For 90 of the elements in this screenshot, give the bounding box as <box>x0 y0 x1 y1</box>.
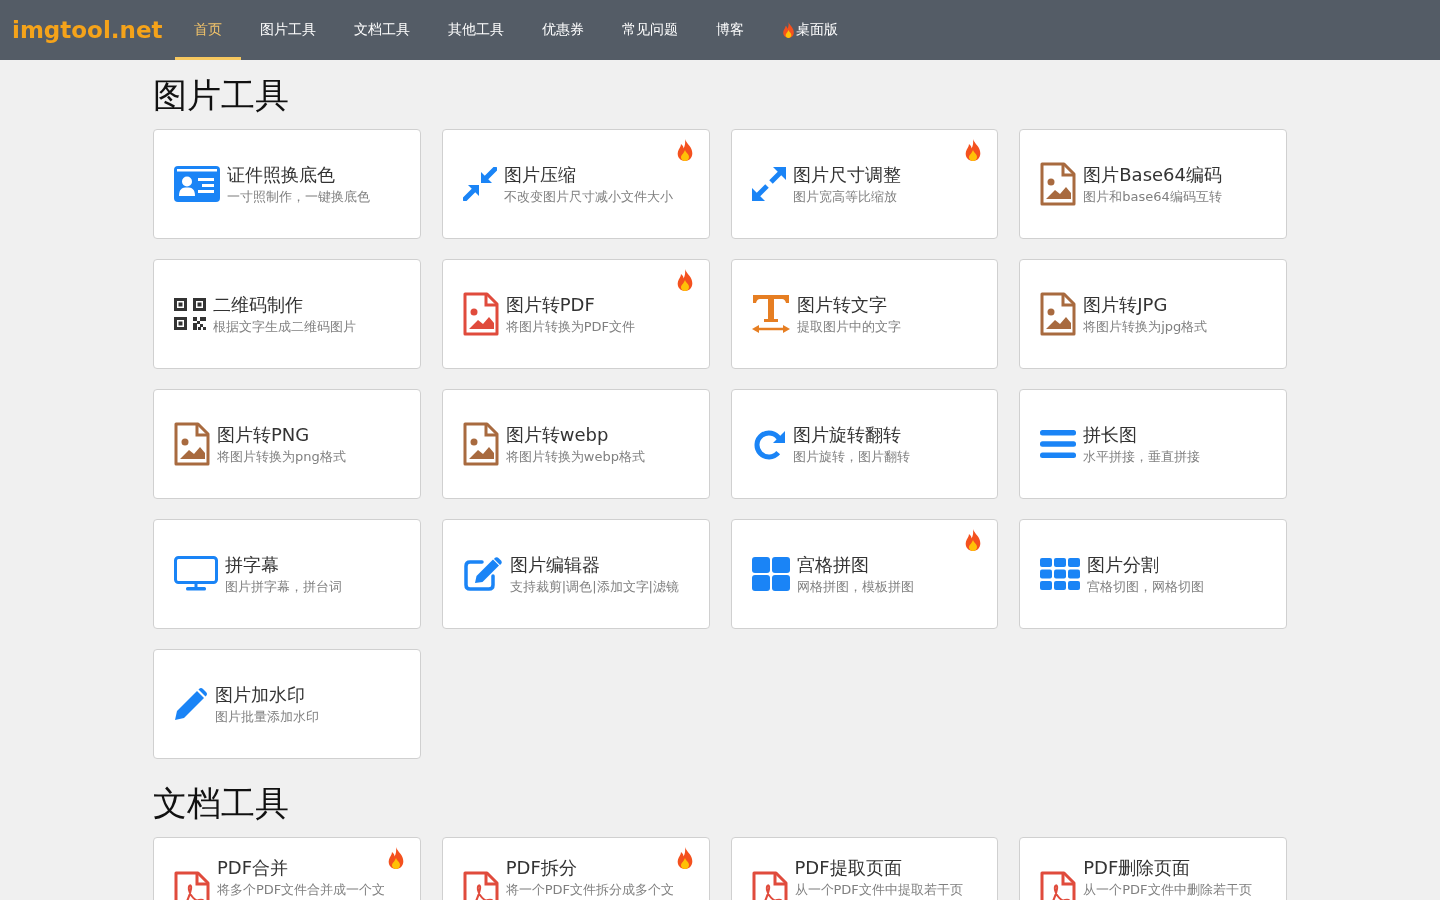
tool-card[interactable]: 二维码制作 根据文字生成二维码图片 <box>153 259 421 369</box>
tool-title: 图片转webp <box>505 423 609 446</box>
expand-arrows-icon <box>751 167 786 201</box>
section-heading: 文档工具 <box>153 783 289 823</box>
tool-description: 从一个PDF文件中删除若干页 <box>1083 881 1252 898</box>
tool-card[interactable]: 图片分割 宫格切图，网格切图 <box>1019 519 1287 629</box>
tool-card[interactable]: 证件照换底色 一寸照制作，一键换底色 <box>153 129 421 239</box>
nav-tab[interactable]: 首页 <box>174 0 241 60</box>
image-file-icon <box>1040 292 1077 336</box>
tool-title: 图片加水印 <box>215 683 305 706</box>
nav-tab[interactable]: 常见问题 <box>602 0 697 60</box>
rotate-icon <box>751 427 786 461</box>
qr-code-icon <box>174 298 206 330</box>
tool-card[interactable]: 图片编辑器 支持裁剪|调色|添加文字|滤镜 <box>441 519 710 629</box>
tool-card[interactable]: 图片加水印 图片批量添加水印 <box>153 649 421 759</box>
tool-card[interactable]: PDF拆分 将一个PDF文件拆分成多个文 <box>441 837 710 900</box>
grid-icon <box>751 557 790 591</box>
tool-title: PDF拆分 <box>505 857 577 879</box>
tool-card[interactable]: 图片转PNG 将图片转换为png格式 <box>153 389 421 499</box>
nav-tab[interactable]: 桌面版 <box>762 0 857 60</box>
id-card-icon <box>174 166 220 202</box>
tool-title: 图片压缩 <box>503 163 576 186</box>
tool-description: 将图片转换为jpg格式 <box>1083 317 1208 335</box>
tool-description: 一寸照制作，一键换底色 <box>227 187 370 205</box>
tool-title: PDF删除页面 <box>1083 857 1191 879</box>
bars-icon <box>1040 430 1077 458</box>
tool-description: 网格拼图，模板拼图 <box>796 577 914 595</box>
nav-tab[interactable]: 优惠券 <box>522 0 603 60</box>
tool-title: PDF提取页面 <box>794 857 902 879</box>
tool-description: 将图片转换为PDF文件 <box>505 317 636 335</box>
tool-description: 将图片转换为webp格式 <box>505 447 645 465</box>
tool-description: 宫格切图，网格切图 <box>1087 577 1205 595</box>
tool-card[interactable]: PDF提取页面 从一个PDF文件中提取若干页 <box>730 837 999 900</box>
edit-icon <box>462 557 503 591</box>
tool-title: PDF合并 <box>217 857 289 879</box>
image-file-icon <box>174 422 210 466</box>
tool-card[interactable]: 拼字幕 图片拼字幕，拼台词 <box>153 519 421 629</box>
tool-title: 二维码制作 <box>213 293 303 316</box>
tool-card[interactable]: 拼长图 水平拼接，垂直拼接 <box>1019 389 1287 499</box>
section-heading: 图片工具 <box>153 75 289 115</box>
nav-tab[interactable]: 其他工具 <box>428 0 523 60</box>
tool-card[interactable]: 图片旋转翻转 图片旋转，图片翻转 <box>730 389 999 499</box>
tool-card[interactable]: PDF删除页面 从一个PDF文件中删除若干页 <box>1019 837 1287 900</box>
tool-title: 图片转文字 <box>796 293 887 316</box>
tool-title: 证件照换底色 <box>227 163 335 186</box>
tool-description: 将图片转换为png格式 <box>217 447 346 465</box>
tool-card[interactable]: 图片转webp 将图片转换为webp格式 <box>441 389 710 499</box>
tool-card[interactable]: 图片压缩 不改变图片尺寸减小文件大小 <box>441 129 710 239</box>
tool-card[interactable]: 图片Base64编码 图片和base64编码互转 <box>1019 129 1287 239</box>
tool-description: 根据文字生成二维码图片 <box>213 317 356 335</box>
image-file-icon <box>1040 162 1077 206</box>
tool-description: 提取图片中的文字 <box>796 317 901 335</box>
tool-description: 将一个PDF文件拆分成多个文 <box>505 881 675 898</box>
tool-title: 图片尺寸调整 <box>792 163 901 186</box>
tool-description: 从一个PDF文件中提取若干页 <box>794 881 963 898</box>
tool-title: 图片旋转翻转 <box>792 423 901 446</box>
tool-card[interactable]: 图片转JPG 将图片转换为jpg格式 <box>1019 259 1287 369</box>
image-file-icon <box>462 292 499 336</box>
tool-title: 拼长图 <box>1083 423 1138 446</box>
tool-description: 水平拼接，垂直拼接 <box>1083 447 1201 465</box>
tool-title: 拼字幕 <box>225 553 279 576</box>
tool-card[interactable]: 宫格拼图 网格拼图，模板拼图 <box>730 519 999 629</box>
tool-description: 图片批量添加水印 <box>215 707 319 725</box>
text-width-icon <box>751 294 790 334</box>
tool-title: 图片转PNG <box>217 423 310 446</box>
tool-description: 图片宽高等比缩放 <box>792 187 897 205</box>
tool-title: 图片分割 <box>1087 553 1160 576</box>
pencil-icon <box>174 687 208 721</box>
tool-description: 不改变图片尺寸减小文件大小 <box>503 187 673 205</box>
compress-arrows-icon <box>462 167 497 201</box>
tool-description: 图片拼字幕，拼台词 <box>225 577 342 595</box>
tool-description: 支持裁剪|调色|添加文字|滤镜 <box>509 577 679 595</box>
tool-title: 图片转PDF <box>505 293 595 316</box>
tool-title: 图片编辑器 <box>509 553 600 576</box>
tool-title: 图片Base64编码 <box>1083 163 1222 186</box>
image-file-icon <box>462 422 499 466</box>
tool-title: 宫格拼图 <box>796 553 869 576</box>
nav-tab[interactable]: 文档工具 <box>334 0 429 60</box>
monitor-icon <box>174 556 218 592</box>
tool-card[interactable]: PDF合并 将多个PDF文件合并成一个文 <box>153 837 421 900</box>
tool-card[interactable]: 图片尺寸调整 图片宽高等比缩放 <box>730 129 999 239</box>
tool-description: 图片旋转，图片翻转 <box>792 447 910 465</box>
nav-tab[interactable]: 图片工具 <box>240 0 335 60</box>
tool-card[interactable]: 图片转PDF 将图片转换为PDF文件 <box>441 259 710 369</box>
nav-tab[interactable]: 博客 <box>696 0 763 60</box>
tool-card[interactable]: 图片转文字 提取图片中的文字 <box>730 259 999 369</box>
tool-title: 图片转JPG <box>1083 293 1168 316</box>
tool-description: 图片和base64编码互转 <box>1083 187 1222 205</box>
tool-description: 将多个PDF文件合并成一个文 <box>217 881 386 898</box>
grid-icon <box>1040 558 1081 590</box>
